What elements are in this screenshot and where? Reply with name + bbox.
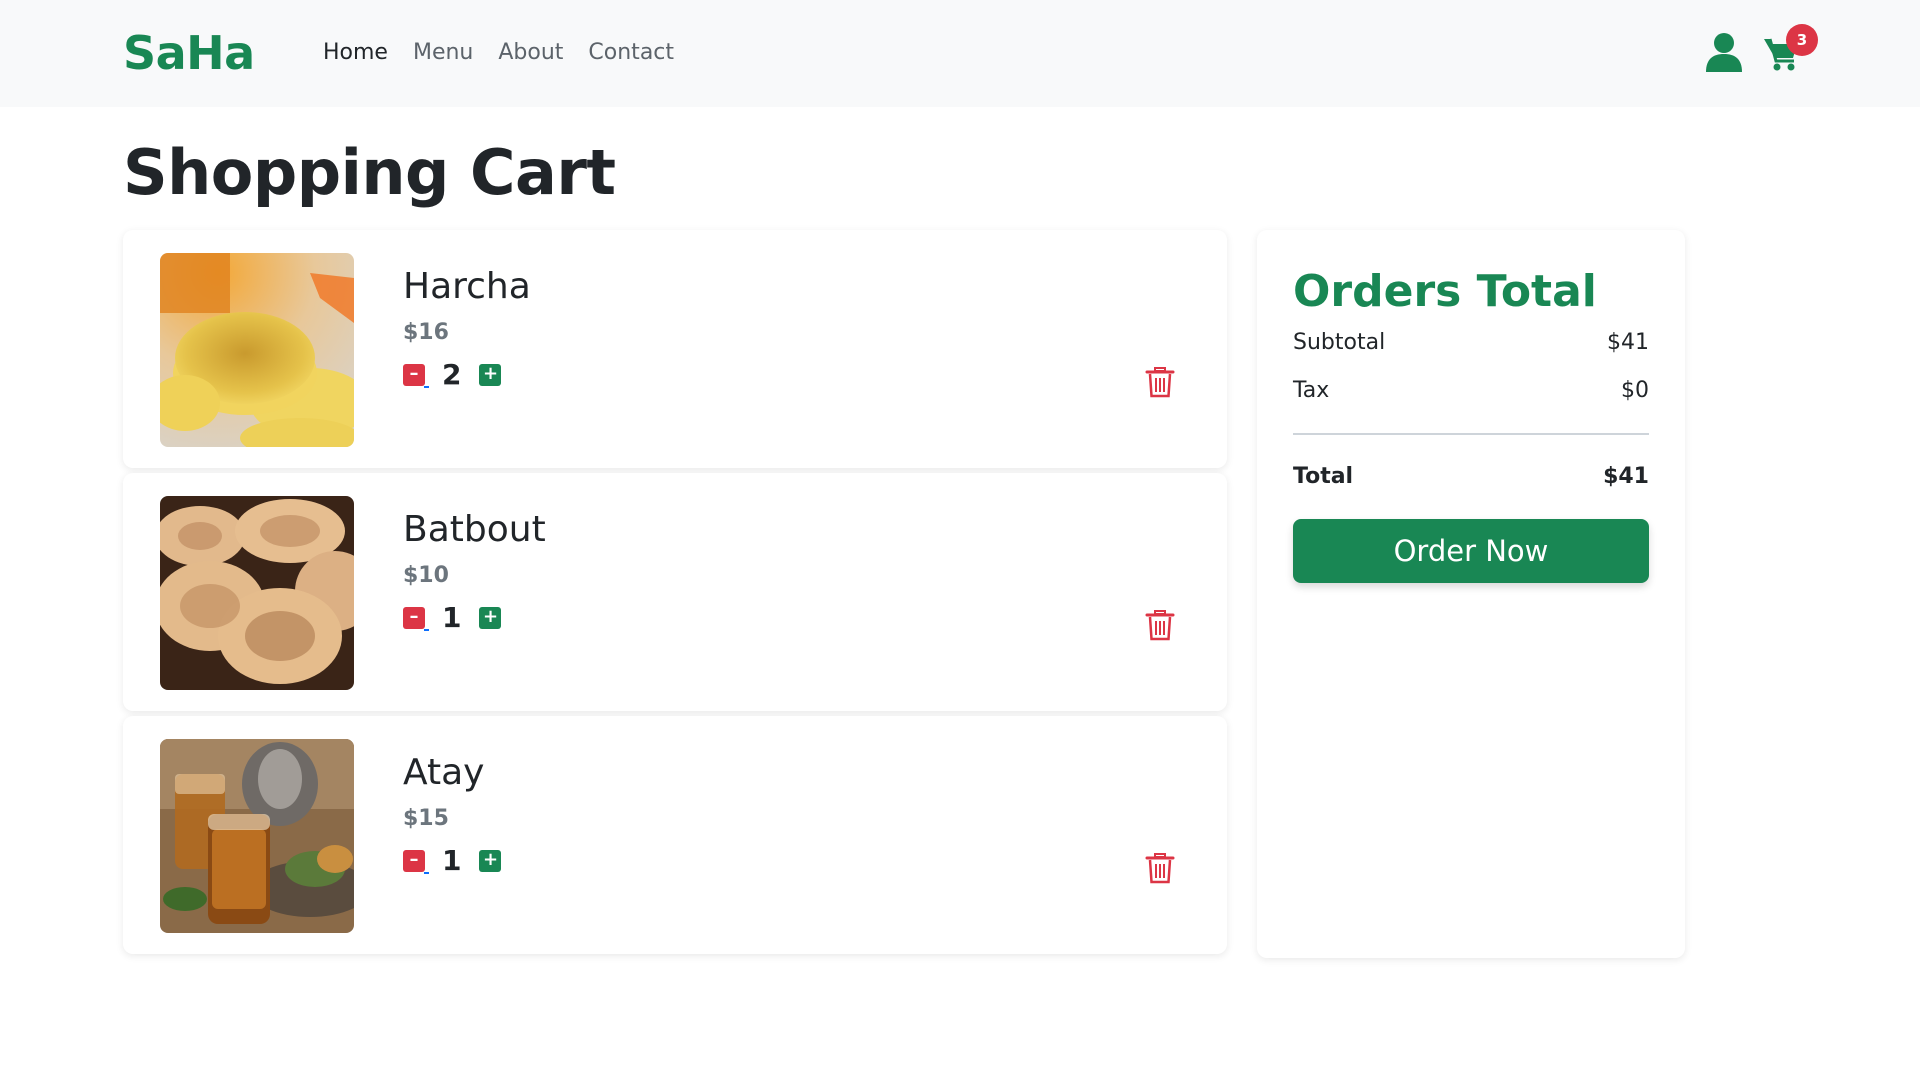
subtotal-row: Subtotal $41 xyxy=(1293,330,1649,355)
item-name: Harcha xyxy=(403,266,531,307)
increase-quantity-button[interactable]: + xyxy=(479,849,502,872)
subtotal-label: Subtotal xyxy=(1293,330,1386,355)
trash-icon[interactable] xyxy=(1145,365,1175,399)
cart-item: Batbout $10 – 1 + xyxy=(123,473,1227,711)
trash-icon[interactable] xyxy=(1145,608,1175,642)
nav-link-menu[interactable]: Menu xyxy=(413,40,473,65)
order-now-button[interactable]: Order Now xyxy=(1293,519,1649,583)
quantity-value: 1 xyxy=(442,844,462,877)
quantity-stepper: – 1 + xyxy=(403,601,502,634)
tax-row: Tax $0 xyxy=(1293,378,1649,403)
quantity-value: 2 xyxy=(442,358,462,391)
brand-logo[interactable]: SaHa xyxy=(123,26,255,80)
summary-title: Orders Total xyxy=(1293,266,1597,317)
quantity-value: 1 xyxy=(442,601,462,634)
quantity-stepper: – 2 + xyxy=(403,358,502,391)
page-title: Shopping Cart xyxy=(123,136,616,209)
item-price: $16 xyxy=(403,320,449,345)
quantity-stepper: – 1 + xyxy=(403,844,502,877)
cart-item-list: Harcha $16 – 2 + Batbout $10 – 1 + Atay … xyxy=(123,230,1227,959)
decrease-quantity-button[interactable]: – xyxy=(403,849,429,874)
increase-quantity-button[interactable]: + xyxy=(479,363,502,386)
batbout-photo xyxy=(160,496,354,690)
tax-value: $0 xyxy=(1621,378,1649,403)
total-label: Total xyxy=(1293,464,1354,489)
harcha-photo xyxy=(160,253,354,447)
tax-label: Tax xyxy=(1293,378,1330,403)
nav-link-about[interactable]: About xyxy=(498,40,563,65)
summary-divider xyxy=(1293,433,1649,435)
cart-item: Atay $15 – 1 + xyxy=(123,716,1227,954)
decrease-quantity-button[interactable]: – xyxy=(403,363,429,388)
cart-item: Harcha $16 – 2 + xyxy=(123,230,1227,468)
navbar: SaHa Home Menu About Contact 3 xyxy=(0,0,1920,107)
total-value: $41 xyxy=(1603,464,1649,489)
atay-photo xyxy=(160,739,354,933)
user-icon[interactable] xyxy=(1705,32,1743,72)
item-name: Atay xyxy=(403,752,485,793)
trash-icon[interactable] xyxy=(1145,851,1175,885)
cart-count-badge: 3 xyxy=(1786,24,1818,56)
order-summary-card: Orders Total Subtotal $41 Tax $0 Total $… xyxy=(1257,230,1685,958)
subtotal-value: $41 xyxy=(1607,330,1649,355)
item-price: $10 xyxy=(403,563,449,588)
total-row: Total $41 xyxy=(1293,464,1649,489)
increase-quantity-button[interactable]: + xyxy=(479,606,502,629)
item-price: $15 xyxy=(403,806,449,831)
nav-link-contact[interactable]: Contact xyxy=(588,40,674,65)
nav-links: Home Menu About Contact xyxy=(323,40,699,65)
nav-link-home[interactable]: Home xyxy=(323,40,388,65)
item-name: Batbout xyxy=(403,509,546,550)
decrease-quantity-button[interactable]: – xyxy=(403,606,429,631)
